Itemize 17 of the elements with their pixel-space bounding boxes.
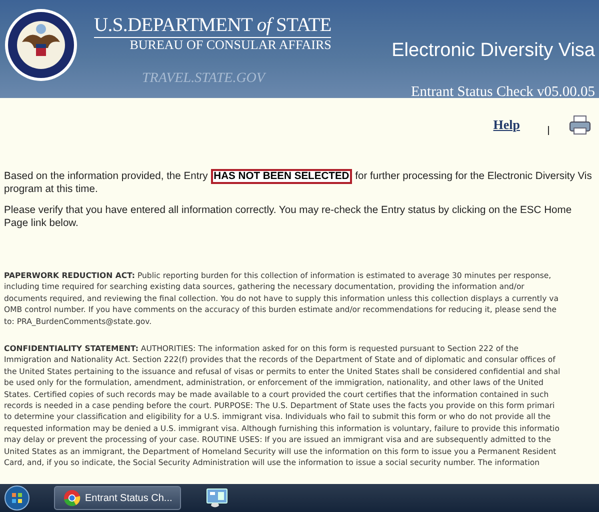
printer-icon[interactable] [569,115,591,135]
app-title: Electronic Diversity Visa [392,39,595,63]
browser-icon [63,489,81,507]
result-text: Based on the information provided, the Entry [4,171,208,182]
start-button[interactable] [4,485,30,511]
status-highlight: HAS NOT BEEN SELECTED [210,169,352,184]
help-link[interactable]: Help [493,115,520,135]
seal-icon [4,8,78,82]
control-panel-icon [206,488,228,508]
site-name: TRAVEL.STATE.GOV [142,70,268,88]
instructions-text: Please verify that you have entered all information correctly. You may re-check the Entry status by clicking on the ESC Home Page link below. [4,204,573,230]
result-text: for further processing for the Electronic Diversity Vis [355,171,592,182]
bureau-title: BUREAU OF CONSULAR AFFAIRS [128,38,332,52]
taskbar-button[interactable]: Entrant Status Ch... [54,486,182,510]
app-subtitle: Entrant Status Check v05.00.05 [410,82,595,102]
department-title: U.S.DEPARTMENT of STATE [94,16,332,38]
result-text: program at this time. [4,183,99,196]
